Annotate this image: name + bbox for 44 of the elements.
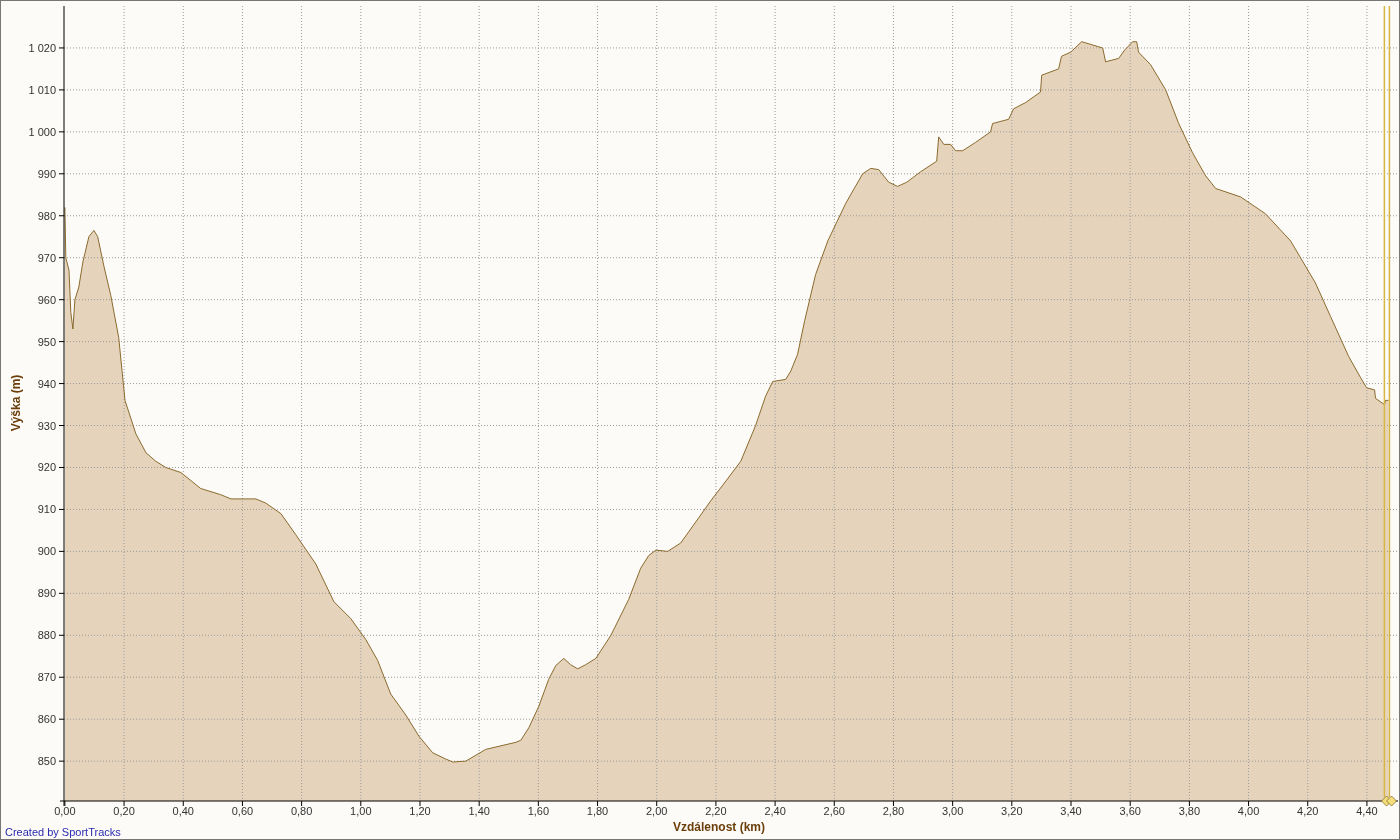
x-tick-label: 3,60 [1119, 805, 1141, 817]
y-tick-label: 870 [37, 671, 56, 684]
y-tick-label: 950 [37, 335, 56, 348]
x-tick-label: 1,80 [586, 805, 609, 817]
y-tick-label: 980 [37, 209, 56, 222]
x-tick-label: 1,60 [527, 805, 550, 817]
x-tick-label: 4,20 [1297, 805, 1319, 817]
y-tick-label: 880 [37, 629, 56, 642]
x-tick-label: 3,00 [941, 805, 964, 817]
y-tick-label: 910 [37, 503, 56, 516]
y-tick-label: 920 [37, 461, 56, 474]
x-tick-label: 2,60 [823, 805, 845, 817]
x-tick-label: 1,20 [409, 805, 431, 817]
x-tick-label: 0,00 [54, 805, 76, 817]
x-tick-label: 2,80 [882, 805, 905, 817]
x-tick-label: 0,20 [113, 805, 135, 817]
y-axis-title: Výška (m) [8, 374, 23, 432]
x-tick-label: 0,60 [231, 805, 254, 817]
y-tick-label: 900 [37, 545, 56, 558]
y-tick-label: 970 [37, 251, 56, 264]
y-tick-label: 890 [37, 587, 56, 600]
y-tick-label: 990 [37, 167, 56, 180]
x-tick-label: 0,80 [290, 805, 313, 817]
y-tick-label: 930 [37, 419, 56, 432]
x-tick-label: 3,80 [1178, 805, 1201, 817]
x-tick-label: 0,40 [172, 805, 194, 817]
x-tick-label: 4,00 [1237, 805, 1260, 817]
x-tick-label: 1,00 [350, 805, 372, 817]
x-tick-label: 2,20 [705, 805, 727, 817]
x-tick-label: 3,20 [1001, 805, 1023, 817]
y-tick-label: 860 [37, 713, 56, 726]
x-tick-label: 2,00 [646, 805, 668, 817]
x-tick-label: 2,40 [764, 805, 786, 817]
x-axis-title: Vzdálenost (km) [673, 820, 765, 834]
y-tick-label: 850 [37, 755, 56, 768]
x-tick-label: 3,40 [1060, 805, 1082, 817]
x-tick-label: 4,40 [1356, 805, 1378, 817]
y-tick-label: 1 010 [28, 83, 56, 96]
y-tick-label: 940 [37, 377, 56, 390]
credit-text: Created by SportTracks [5, 826, 121, 838]
x-tick-label: 1,40 [468, 805, 490, 817]
y-tick-label: 960 [37, 293, 56, 306]
y-tick-label: 1 000 [28, 125, 56, 138]
y-tick-label: 1 020 [28, 41, 56, 54]
